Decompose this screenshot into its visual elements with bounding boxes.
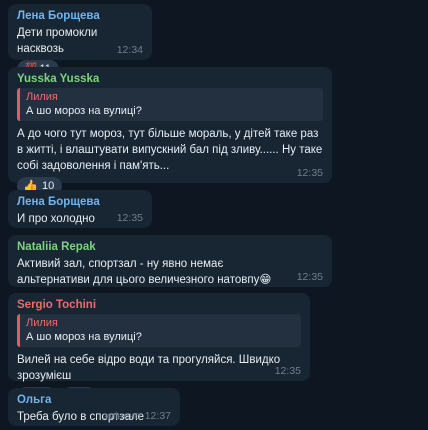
time-value: 12:37	[144, 410, 171, 422]
message-time: змінено 12:37	[103, 410, 171, 422]
message-bubble[interactable]: Sergio Tochini Лилия А шо мороз на вулиц…	[8, 293, 310, 405]
message-author[interactable]: Yusska Yusska	[17, 73, 323, 85]
message-time: 12:35	[296, 167, 323, 179]
message-author[interactable]: Лена Борщева	[17, 10, 143, 22]
message-text: А до чого тут мороз, тут більше мораль, …	[17, 128, 323, 172]
message-text: Активий зал, спортзал - ну явно немає ал…	[17, 258, 272, 286]
message-bubble[interactable]: Лена Борщева Дети промокли насквозь 💯 11…	[8, 4, 152, 78]
reply-author: Лилия	[26, 91, 58, 103]
reply-text: А шо мороз на вулиці?	[26, 105, 142, 117]
message-time: 12:35	[116, 212, 143, 224]
message-author[interactable]: Sergio Tochini	[17, 299, 301, 311]
message-time: 12:34	[116, 44, 143, 56]
edited-label: змінено	[103, 410, 141, 422]
message-bubble[interactable]: Yusska Yusska Лилия А шо мороз на вулиці…	[8, 67, 332, 195]
message-time: 12:35	[274, 365, 301, 377]
reply-text: А шо мороз на вулиці?	[26, 331, 142, 343]
message-author[interactable]: Nataliia Repak	[17, 241, 323, 253]
message-bubble[interactable]: Ольга Треба було в спортзале змінено 12:3…	[8, 388, 180, 426]
reply-author: Лилия	[26, 317, 58, 329]
reply-quote[interactable]: Лилия А шо мороз на вулиці?	[17, 88, 323, 121]
message-bubble[interactable]: Nataliia Repak Активий зал, спортзал - н…	[8, 235, 332, 287]
message-bubble[interactable]: Лена Борщева И про холодно 12:35	[8, 190, 152, 228]
reply-quote[interactable]: Лилия А шо мороз на вулиці?	[17, 314, 301, 347]
message-text: Вилей на себе відро води та прогуляйся. …	[17, 354, 281, 382]
message-author[interactable]: Лена Борщева	[17, 196, 143, 208]
message-time: 12:35	[296, 271, 323, 283]
message-author[interactable]: Ольга	[17, 394, 171, 406]
